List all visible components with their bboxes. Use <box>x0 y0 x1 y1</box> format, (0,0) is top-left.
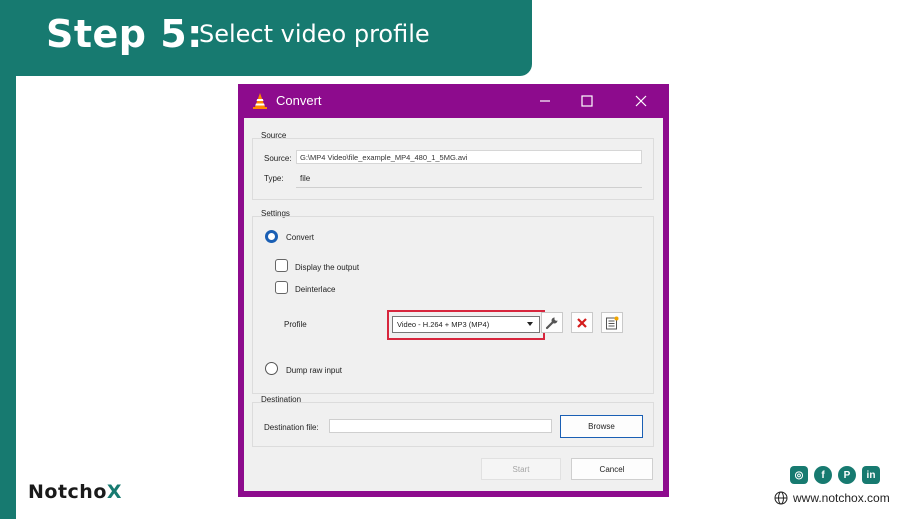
edit-profile-button[interactable] <box>541 312 563 333</box>
convert-radio[interactable] <box>265 230 278 243</box>
wrench-icon <box>545 317 558 329</box>
linkedin-icon[interactable]: in <box>862 466 880 484</box>
maximize-button[interactable] <box>564 84 610 118</box>
source-group <box>252 138 654 200</box>
profile-highlight-box <box>387 310 545 340</box>
close-icon <box>635 95 647 107</box>
brand-prefix: Notch <box>28 481 94 503</box>
destination-file-input[interactable] <box>329 419 552 433</box>
instagram-icon[interactable]: ◎ <box>790 466 808 484</box>
globe-icon <box>774 491 788 505</box>
website-url: www.notchox.com <box>793 491 890 505</box>
new-profile-button[interactable] <box>601 312 623 333</box>
new-profile-list-icon <box>606 316 619 329</box>
dialog-body: Source Source: G:\MP4 Video\file_example… <box>244 118 663 491</box>
display-output-checkbox[interactable] <box>275 259 288 272</box>
dialog-title: Convert <box>276 93 322 108</box>
convert-label: Convert <box>286 233 315 242</box>
pinterest-icon[interactable]: P <box>838 466 856 484</box>
brand-x: X <box>106 481 123 503</box>
dump-raw-label: Dump raw input <box>286 366 343 375</box>
source-divider <box>296 187 642 188</box>
step-number: Step 5: <box>46 12 203 56</box>
step-banner: Step 5: Select video profile <box>0 0 532 76</box>
type-label: Type: <box>264 174 284 183</box>
source-path-field[interactable]: G:\MP4 Video\file_example_MP4_480_1_5MG.… <box>296 150 642 164</box>
title-bar: Convert <box>238 84 669 118</box>
destination-file-label: Destination file: <box>264 423 319 432</box>
minimize-icon <box>540 100 550 102</box>
social-icons: ◎ f P in <box>790 466 880 484</box>
source-label: Source: <box>264 154 292 163</box>
facebook-icon[interactable]: f <box>814 466 832 484</box>
website-link[interactable]: www.notchox.com <box>774 491 890 505</box>
type-value: file <box>300 174 311 183</box>
cancel-button[interactable]: Cancel <box>571 458 653 480</box>
minimize-button[interactable] <box>522 84 568 118</box>
display-output-label: Display the output <box>295 263 360 272</box>
brand-o: o <box>93 481 107 503</box>
start-button[interactable]: Start <box>481 458 561 480</box>
notchox-logo: NotchoX <box>28 481 122 503</box>
dump-raw-radio[interactable] <box>265 362 278 375</box>
profile-label: Profile <box>284 320 307 329</box>
deinterlace-label: Deinterlace <box>295 285 336 294</box>
step-description: Select video profile <box>199 20 430 48</box>
left-accent-bar <box>0 0 16 519</box>
delete-x-icon <box>577 317 587 328</box>
convert-dialog: Convert Source Source: G:\MP4 Video\file… <box>238 84 669 497</box>
vlc-cone-icon <box>253 93 267 109</box>
delete-profile-button[interactable] <box>571 312 593 333</box>
deinterlace-checkbox[interactable] <box>275 281 288 294</box>
close-button[interactable] <box>618 84 664 118</box>
browse-button[interactable]: Browse <box>560 415 643 438</box>
maximize-icon <box>581 95 593 107</box>
